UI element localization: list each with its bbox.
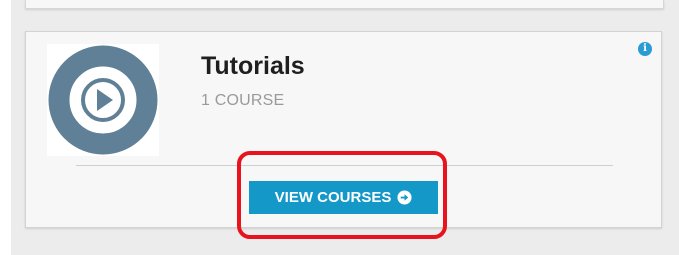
course-count: 1 COURSE xyxy=(201,92,285,109)
course-title[interactable]: Tutorials xyxy=(201,52,305,81)
info-icon[interactable]: i xyxy=(638,42,652,56)
highlight-outline xyxy=(237,151,447,239)
play-circle-icon xyxy=(47,44,159,156)
previous-card xyxy=(25,0,664,9)
course-thumbnail[interactable] xyxy=(47,44,159,156)
